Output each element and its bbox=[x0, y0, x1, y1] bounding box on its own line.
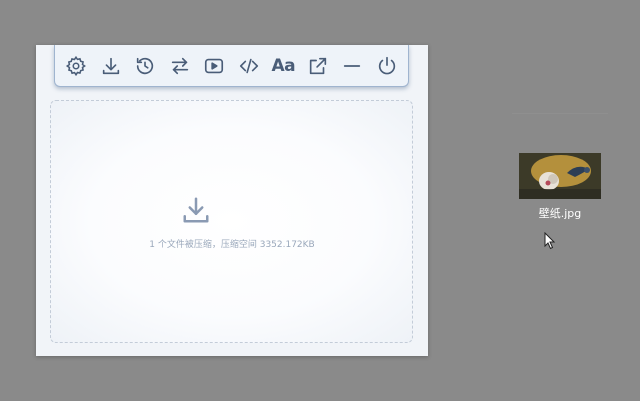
code-icon bbox=[239, 58, 258, 73]
thumbnail-art bbox=[519, 153, 601, 199]
history-button[interactable] bbox=[130, 51, 160, 81]
toolbar: Aa bbox=[54, 45, 409, 87]
minus-icon bbox=[344, 64, 361, 67]
code-button[interactable] bbox=[234, 51, 264, 81]
image-thumbnail-icon[interactable] bbox=[519, 153, 601, 199]
play-button[interactable] bbox=[199, 51, 229, 81]
download-icon bbox=[102, 57, 119, 74]
settings-button[interactable] bbox=[61, 51, 91, 81]
download-icon bbox=[183, 197, 209, 223]
download-button[interactable] bbox=[96, 51, 126, 81]
history-icon bbox=[136, 57, 154, 74]
power-icon bbox=[378, 56, 396, 74]
swap-button[interactable] bbox=[165, 51, 195, 81]
compressor-window: Aa bbox=[36, 45, 428, 356]
external-share-icon bbox=[309, 57, 326, 74]
swap-arrows-icon bbox=[171, 57, 188, 74]
compression-status: 1 个文件被压缩，压缩空间 3352.172KB bbox=[149, 240, 315, 250]
font-icon: Aa bbox=[271, 55, 296, 76]
mouse-pointer-icon bbox=[544, 232, 556, 250]
drop-zone[interactable] bbox=[50, 100, 413, 343]
desktop: Aa 1 个文件被压缩，压缩空间 3352.172KB 壁纸.jpg bbox=[0, 0, 640, 401]
file-name: 壁纸.jpg bbox=[538, 207, 582, 220]
power-button[interactable] bbox=[372, 51, 402, 81]
share-button[interactable] bbox=[303, 51, 333, 81]
gear-icon bbox=[65, 55, 86, 76]
minimize-button[interactable] bbox=[337, 51, 367, 81]
play-icon bbox=[205, 58, 224, 73]
font-button[interactable]: Aa bbox=[268, 51, 298, 81]
